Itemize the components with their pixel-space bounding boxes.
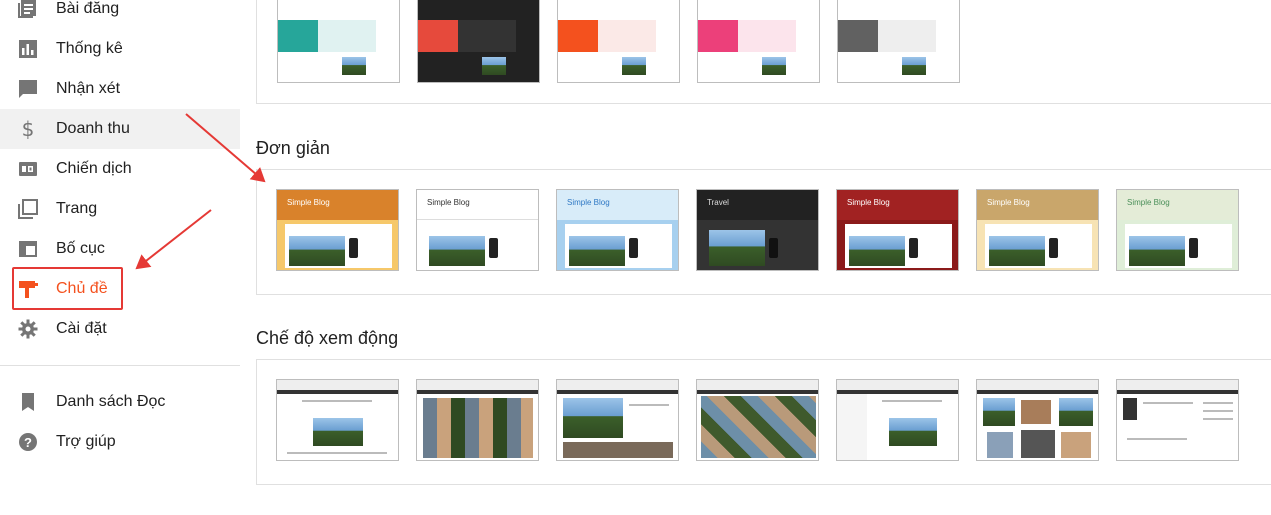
dynamic-view-thumb-snapshot[interactable] bbox=[976, 379, 1099, 461]
sidebar-item-pages[interactable]: Trang bbox=[0, 189, 240, 229]
simple-theme-thumb[interactable]: Travel bbox=[696, 189, 819, 271]
simple-theme-panel: Simple Blog Simple Blog Simple Blog Trav… bbox=[256, 169, 1271, 295]
simple-theme-thumb[interactable]: Simple Blog bbox=[416, 189, 539, 271]
sidebar: Bài đăng Thống kê Nhận xét $ Doanh thu C… bbox=[0, 0, 240, 515]
thumb-title: Simple Blog bbox=[567, 198, 610, 207]
dynamic-view-thumb-timeslide[interactable] bbox=[1116, 379, 1239, 461]
thumb-title: Travel bbox=[707, 198, 729, 207]
thumb-title: Simple Blog bbox=[427, 198, 470, 207]
sidebar-item-settings[interactable]: Cài đặt bbox=[0, 309, 240, 349]
sidebar-item-help[interactable]: ? Trợ giúp bbox=[0, 422, 240, 462]
sidebar-divider bbox=[0, 365, 240, 366]
simple-theme-thumb[interactable]: Simple Blog bbox=[556, 189, 679, 271]
contempo-thumb[interactable] bbox=[417, 0, 540, 83]
section-title-dynamic-views: Chế độ xem động bbox=[256, 328, 399, 348]
theme-gallery: Đơn giản Simple Blog Simple Blog Simple … bbox=[240, 0, 1271, 515]
thumb-title: Simple Blog bbox=[287, 198, 330, 207]
sidebar-item-comments[interactable]: Nhận xét bbox=[0, 69, 240, 109]
dynamic-view-thumb-flipcard[interactable] bbox=[416, 379, 539, 461]
contempo-thumb[interactable] bbox=[557, 0, 680, 83]
dynamic-view-thumb-sidebar[interactable] bbox=[836, 379, 959, 461]
sidebar-item-label: Thống kê bbox=[56, 40, 123, 57]
section-title-simple: Đơn giản bbox=[256, 138, 330, 158]
layout-icon bbox=[19, 241, 37, 257]
dynamic-view-thumb-classic[interactable] bbox=[276, 379, 399, 461]
sidebar-item-posts[interactable]: Bài đăng bbox=[0, 0, 240, 29]
contempo-thumb[interactable] bbox=[697, 0, 820, 83]
dynamic-view-thumb-mosaic[interactable] bbox=[696, 379, 819, 461]
comment-icon bbox=[19, 80, 37, 98]
svg-text:?: ? bbox=[24, 435, 32, 450]
thumb-title: Simple Blog bbox=[1127, 198, 1170, 207]
sidebar-item-stats[interactable]: Thống kê bbox=[0, 29, 240, 69]
contempo-thumb-row bbox=[277, 0, 977, 83]
sidebar-item-label: Trang bbox=[56, 200, 98, 217]
simple-theme-thumb[interactable]: Simple Blog bbox=[276, 189, 399, 271]
sidebar-item-label: Danh sách Đọc bbox=[56, 393, 166, 410]
contempo-thumb[interactable] bbox=[837, 0, 960, 83]
simple-theme-thumb[interactable]: Simple Blog bbox=[1116, 189, 1239, 271]
sidebar-item-layout[interactable]: Bố cục bbox=[0, 229, 240, 269]
gear-icon bbox=[18, 319, 38, 339]
sidebar-item-label: Doanh thu bbox=[56, 120, 130, 137]
simple-theme-thumb[interactable]: Simple Blog bbox=[836, 189, 959, 271]
thumb-title: Simple Blog bbox=[987, 198, 1030, 207]
simple-thumb-row: Simple Blog Simple Blog Simple Blog Trav… bbox=[276, 189, 1256, 271]
contempo-thumb[interactable] bbox=[277, 0, 400, 83]
sidebar-item-label: Cài đặt bbox=[56, 320, 107, 337]
sidebar-item-label: Bài đăng bbox=[56, 0, 120, 17]
thumb-title: Simple Blog bbox=[847, 198, 890, 207]
sidebar-item-label: Nhận xét bbox=[56, 80, 121, 97]
theme-highlight-box bbox=[12, 267, 123, 310]
bookmark-icon bbox=[22, 393, 34, 411]
dynamic-thumb-row bbox=[276, 379, 1256, 461]
contempo-theme-panel bbox=[256, 0, 1271, 104]
sidebar-item-label: Bố cục bbox=[56, 240, 105, 257]
pages-icon bbox=[18, 199, 38, 219]
help-icon: ? bbox=[19, 433, 37, 451]
sidebar-item-label: Trợ giúp bbox=[56, 433, 116, 450]
sidebar-item-label: Chiến dịch bbox=[56, 160, 132, 177]
dollar-icon: $ bbox=[21, 117, 35, 141]
dynamic-views-theme-panel bbox=[256, 359, 1271, 485]
sidebar-item-earnings[interactable]: $ Doanh thu bbox=[0, 109, 240, 149]
ad-icon bbox=[19, 162, 37, 176]
dynamic-view-thumb-magazine[interactable] bbox=[556, 379, 679, 461]
simple-theme-thumb[interactable]: Simple Blog bbox=[976, 189, 1099, 271]
posts-icon bbox=[18, 0, 36, 18]
sidebar-item-campaigns[interactable]: Chiến dịch bbox=[0, 149, 240, 189]
stats-icon bbox=[19, 40, 37, 58]
sidebar-item-reading-list[interactable]: Danh sách Đọc bbox=[0, 382, 240, 422]
